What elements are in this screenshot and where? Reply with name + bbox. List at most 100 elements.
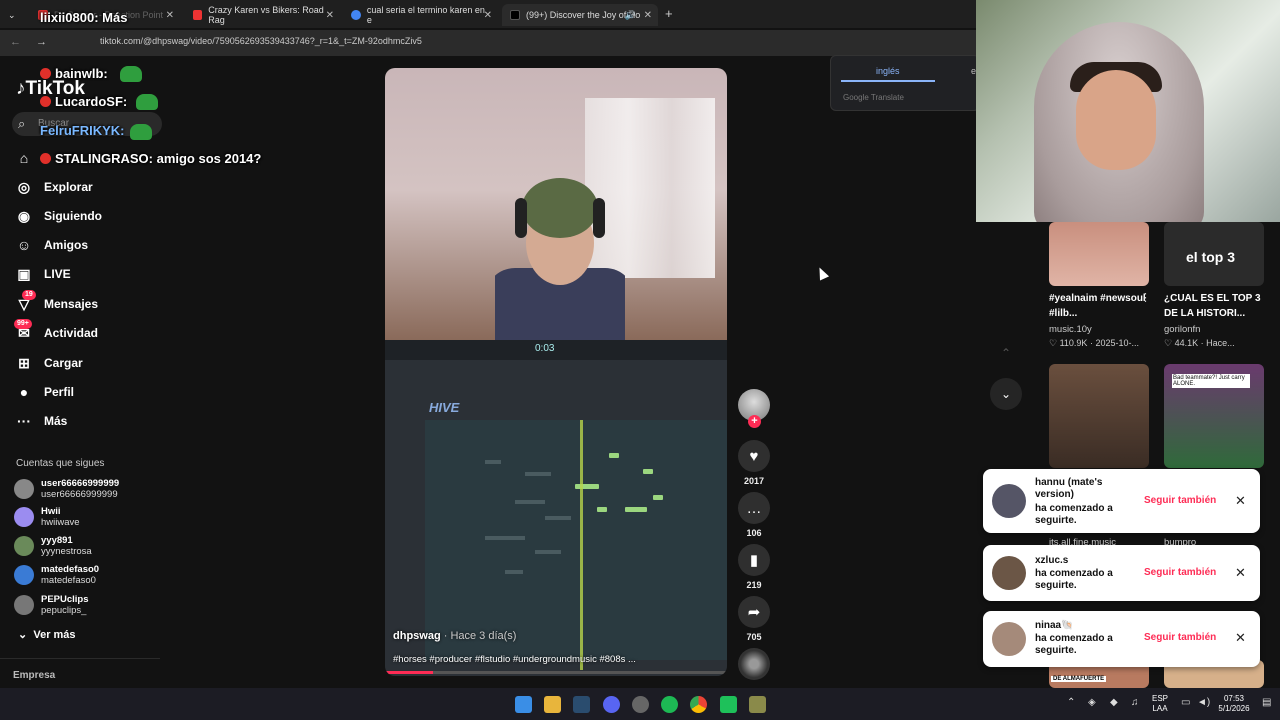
more-icon: ··· [17,413,31,429]
see-more-button[interactable]: ⌄ Ver más [18,628,76,641]
following-account[interactable]: user66666999999 user66666999999 [14,478,119,500]
messages-badge: 19 [22,289,36,300]
messages-icon: ▽ 19 [14,289,36,313]
close-icon[interactable]: ✕ [644,10,652,21]
chevron-down-icon: ⌄ [1000,387,1012,401]
sidebar-item-explore[interactable]: ◎ Explorar [14,174,93,200]
mouse-cursor-icon [814,265,830,281]
close-icon[interactable]: ✕ [1235,630,1246,646]
tray-app-icon[interactable]: ◈ [1088,697,1096,708]
steam-icon[interactable] [573,696,590,713]
tab-3[interactable]: cual seria el termino karen en e ✕ [343,4,498,26]
forward-icon[interactable]: → [36,36,47,48]
translate-popup[interactable]: inglés es Google Translate [830,55,981,111]
recommended-thumbnail[interactable] [1049,364,1149,468]
recommended-title[interactable]: ¿CUAL ES EL TOP 3 DE LA HISTORI... [1164,291,1272,321]
following-account[interactable]: yyy891 yyynestrosa [14,535,92,557]
app-icon[interactable] [749,696,766,713]
spotify-icon[interactable] [661,696,678,713]
scroll-down-button[interactable]: ⌄ [990,378,1022,410]
following-icon: ◉ [17,207,31,224]
sidebar-item-messages[interactable]: ▽ 19 Mensajes [14,289,98,317]
translate-lang-tab[interactable]: inglés [876,66,900,76]
company-link[interactable]: Empresa [13,670,55,681]
tray-app-icon[interactable]: ◆ [1110,697,1118,708]
chrome-icon[interactable] [690,696,707,713]
comment-button[interactable]: … 106 [738,492,770,538]
tab-label: (99+) Discover the Joy of Ho [526,10,641,20]
video-author[interactable]: dhpswag · Hace 3 día(s) [393,630,516,642]
sidebar-item-following[interactable]: ◉ Siguiendo [14,203,102,229]
like-button[interactable]: ♥ 2017 [738,440,770,486]
network-icon[interactable]: ▭ [1181,697,1190,708]
music-disc-icon[interactable] [738,648,770,680]
recommended-author[interactable]: music.10y [1049,324,1092,335]
video-player[interactable]: 0:03 HIVE dhpswag · Hace 3 día(s) #horse… [385,68,727,676]
sidebar-item-live[interactable]: ▣ LIVE [14,261,70,287]
windows-start-icon[interactable] [515,696,532,713]
system-clock[interactable]: 07:53 5/1/2026 [1214,694,1254,714]
kick-icon[interactable] [720,696,737,713]
sidebar-item-activity[interactable]: ✉ 99+ Actividad [14,318,98,346]
tiktok-favicon-icon [510,10,520,20]
recommended-thumbnail[interactable]: Bad teammate?! Just carry ALONE. [1164,364,1264,468]
chevron-up-icon: ⌃ [1000,346,1012,360]
follow-plus-icon[interactable]: + [748,415,761,428]
following-account[interactable]: PEPUclips pepuclips_ [14,594,89,616]
new-tab-button[interactable]: + [665,6,673,21]
close-icon[interactable]: ✕ [326,10,334,21]
daw-screen: 0:03 HIVE [385,340,727,676]
video-progress-bar[interactable] [385,671,727,674]
avatar [14,565,34,585]
tab-4-active[interactable]: (99+) Discover the Joy of Ho 🔊 ✕ [502,4,658,26]
back-icon[interactable]: ← [10,36,21,48]
sidebar-item-upload[interactable]: ⊞ Cargar [14,350,83,376]
follow-back-button[interactable]: Seguir también [1144,495,1216,506]
close-icon[interactable]: ✕ [484,10,492,21]
following-account[interactable]: matedefaso0 matedefaso0 [14,564,99,586]
chat-message: STALINGRASO: amigo sos 2014? [40,151,261,166]
more-options-icon[interactable]: ⋮ [1140,291,1151,304]
chat-message: bainwlb: [40,66,108,81]
recommended-thumbnail[interactable] [1049,222,1149,286]
input-language[interactable]: ESP LAA [1152,694,1168,714]
discord-icon[interactable] [603,696,620,713]
speaker-icon[interactable]: 🔊 [625,10,636,21]
file-explorer-icon[interactable] [544,696,561,713]
close-icon[interactable]: ✕ [1235,493,1246,509]
scroll-up-button[interactable]: ⌃ [990,337,1022,369]
follow-notification: hannu (mate's version) ha comenzado a se… [983,469,1260,533]
chevron-up-icon[interactable]: ⌃ [1067,697,1075,708]
follow-back-button[interactable]: Seguir también [1144,567,1216,578]
recommended-thumbnail[interactable]: el top 3 [1164,222,1264,286]
app-icon[interactable] [632,696,649,713]
microphone-icon[interactable]: ♫ [1131,697,1139,708]
heart-icon: ♥ [738,440,770,472]
recommended-author[interactable]: gorilonfn [1164,324,1200,335]
url-text[interactable]: tiktok.com/@dhpswag/video/75905626935394… [100,36,422,46]
share-button[interactable]: ➦ 705 [738,596,770,642]
avatar [992,622,1026,656]
save-button[interactable]: ▮ 219 [738,544,770,590]
bookmark-icon: ▮ [738,544,770,576]
follow-back-button[interactable]: Seguir también [1144,632,1216,643]
youtube-favicon-icon [193,10,203,20]
streamer-webcam [976,0,1280,222]
chevron-down-icon: ⌄ [8,9,16,20]
sidebar-item-friends[interactable]: ☺ Amigos [14,232,88,258]
tab-list-button[interactable]: ⌄ [0,4,30,26]
tab-2[interactable]: Crazy Karen vs Bikers: Road Rag ✕ [185,4,340,26]
profile-icon: ● [19,384,29,400]
upload-icon: ⊞ [18,354,30,371]
chat-message: LucardoSF: [40,94,127,109]
close-icon[interactable]: ✕ [1235,565,1246,581]
video-description[interactable]: #horses #producer #flstudio #underground… [393,654,636,665]
following-account[interactable]: Hwii hwiiwave [14,506,80,528]
sidebar-item-more[interactable]: ··· Más [14,408,67,434]
close-icon[interactable]: ✕ [166,10,174,21]
notification-bell-icon[interactable]: ▤ [1262,697,1271,708]
volume-icon[interactable]: ◄) [1197,697,1210,708]
sidebar-item-profile[interactable]: ● Perfil [14,379,74,405]
avatar [14,479,34,499]
face [1076,70,1156,170]
